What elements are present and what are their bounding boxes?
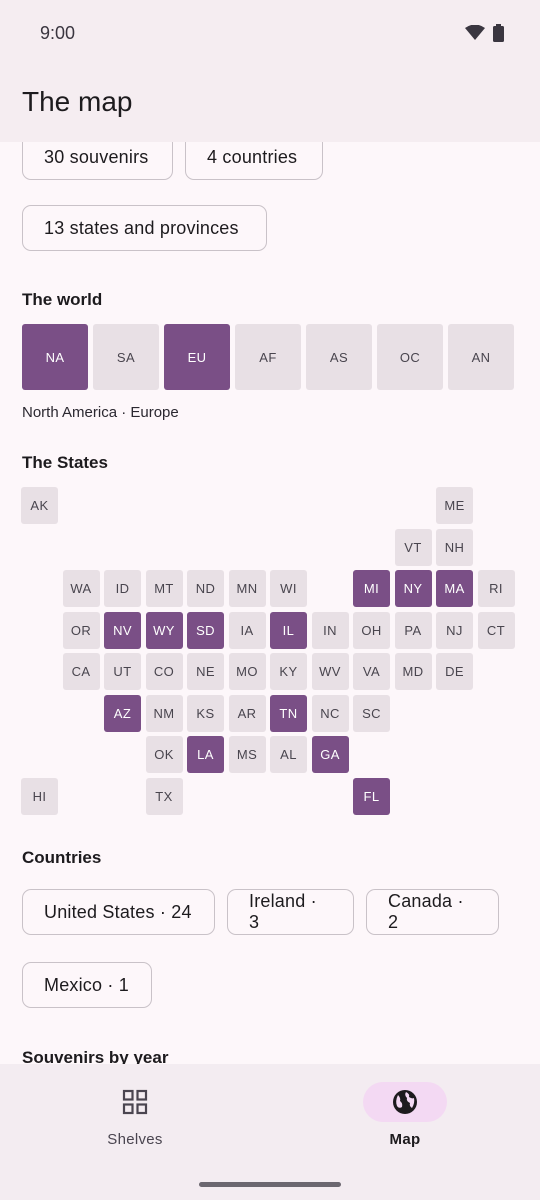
- state-tile-id[interactable]: ID: [104, 570, 141, 607]
- state-tile-wi[interactable]: WI: [270, 570, 307, 607]
- state-tile-md[interactable]: MD: [394, 653, 432, 690]
- state-tile-de[interactable]: DE: [436, 653, 473, 690]
- state-tile-wa[interactable]: WA: [62, 570, 100, 607]
- state-tile-pa[interactable]: PA: [394, 611, 432, 649]
- state-tile-az[interactable]: AZ: [104, 694, 141, 732]
- state-tile-ct[interactable]: CT: [477, 611, 515, 649]
- nav-label-map: Map: [389, 1131, 421, 1148]
- state-tile-ny[interactable]: NY: [394, 570, 432, 607]
- stat-chip[interactable]: 13 states and provinces: [22, 205, 267, 251]
- continent-tile-an[interactable]: AN: [448, 324, 514, 390]
- state-tile-me[interactable]: ME: [436, 487, 473, 524]
- page-title: The map: [22, 86, 133, 117]
- nav-item-shelves[interactable]: Shelves: [75, 1082, 195, 1162]
- state-tile-ca[interactable]: CA: [62, 653, 100, 690]
- stat-chip[interactable]: 30 souvenirs: [22, 142, 173, 180]
- world-section-title: The world: [22, 290, 103, 309]
- continent-tile-oc[interactable]: OC: [377, 324, 443, 390]
- state-tile-ma[interactable]: MA: [436, 570, 473, 607]
- bottom-navigation: Shelves Map: [0, 1064, 540, 1200]
- continent-tile-af[interactable]: AF: [235, 324, 301, 390]
- state-tile-nh[interactable]: NH: [436, 528, 473, 566]
- state-tile-mn[interactable]: MN: [228, 570, 266, 607]
- state-tile-nd[interactable]: ND: [187, 570, 224, 607]
- state-tile-wy[interactable]: WY: [145, 611, 183, 649]
- state-tile-co[interactable]: CO: [145, 653, 183, 690]
- state-tile-al[interactable]: AL: [270, 736, 307, 773]
- state-tile-la[interactable]: LA: [187, 736, 224, 773]
- state-tile-in[interactable]: IN: [311, 611, 349, 649]
- state-tile-ms[interactable]: MS: [228, 736, 266, 773]
- continent-tile-eu[interactable]: EU: [164, 324, 230, 390]
- stat-chip[interactable]: 4 countries: [185, 142, 323, 180]
- state-tile-wv[interactable]: WV: [311, 653, 349, 690]
- state-tile-mi[interactable]: MI: [353, 570, 390, 607]
- continent-tile-na[interactable]: NA: [22, 324, 88, 390]
- states-section-title: The States: [22, 453, 108, 472]
- status-time: 9:00: [40, 23, 76, 43]
- state-tile-or[interactable]: OR: [62, 611, 100, 649]
- country-chip[interactable]: Mexico · 1: [22, 962, 152, 1008]
- state-tile-ga[interactable]: GA: [311, 736, 349, 773]
- state-tile-tx[interactable]: TX: [145, 777, 183, 815]
- state-tile-nv[interactable]: NV: [104, 611, 141, 649]
- states-tile-map: AK ME VT NH WA ID MT ND MN WI MI NY MA RI OR NV WY SD IA IL…: [21, 487, 521, 817]
- map-content[interactable]: 30 souvenirs 4 countries 13 states and pro…: [0, 142, 540, 1064]
- nav-indicator: [93, 1082, 177, 1122]
- state-tile-oh[interactable]: OH: [353, 611, 390, 649]
- by-year-section-title: Souvenirs by year: [22, 1048, 169, 1064]
- state-tile-nj[interactable]: NJ: [436, 611, 473, 649]
- state-tile-ri[interactable]: RI: [477, 570, 515, 607]
- countries-section-title: Countries: [22, 848, 102, 867]
- state-tile-va[interactable]: VA: [353, 653, 390, 690]
- state-tile-il[interactable]: IL: [270, 611, 307, 649]
- country-chip[interactable]: Ireland · 3: [227, 889, 354, 935]
- country-chip[interactable]: United States · 24: [22, 889, 215, 935]
- country-chip[interactable]: Canada · 2: [366, 889, 499, 935]
- battery-icon: [493, 24, 504, 42]
- state-tile-ok[interactable]: OK: [145, 736, 183, 773]
- state-tile-ak[interactable]: AK: [21, 487, 58, 524]
- state-tile-ar[interactable]: AR: [228, 694, 266, 732]
- grid-icon: [122, 1089, 148, 1115]
- status-bar: 9:00: [0, 0, 540, 68]
- state-tile-ut[interactable]: UT: [104, 653, 141, 690]
- state-tile-sc[interactable]: SC: [353, 694, 390, 732]
- top-app-bar: The map: [0, 68, 540, 142]
- state-tile-ne[interactable]: NE: [187, 653, 224, 690]
- globe-icon: [393, 1090, 417, 1114]
- state-tile-mt[interactable]: MT: [145, 570, 183, 607]
- gesture-handle[interactable]: [199, 1182, 341, 1187]
- state-tile-ky[interactable]: KY: [270, 653, 307, 690]
- nav-indicator-active: [363, 1082, 447, 1122]
- continent-tile-sa[interactable]: SA: [93, 324, 159, 390]
- state-tile-fl[interactable]: FL: [353, 777, 390, 815]
- state-tile-mo[interactable]: MO: [228, 653, 266, 690]
- state-tile-nc[interactable]: NC: [311, 694, 349, 732]
- state-tile-tn[interactable]: TN: [270, 694, 307, 732]
- wifi-icon: [465, 25, 485, 40]
- state-tile-sd[interactable]: SD: [187, 611, 224, 649]
- nav-item-map[interactable]: Map: [345, 1082, 465, 1162]
- state-tile-ks[interactable]: KS: [187, 694, 224, 732]
- state-tile-vt[interactable]: VT: [394, 528, 432, 566]
- continent-tile-as[interactable]: AS: [306, 324, 372, 390]
- state-tile-hi[interactable]: HI: [21, 777, 58, 815]
- status-icons: [465, 24, 504, 42]
- visited-continents-caption: North America · Europe: [22, 404, 179, 421]
- nav-label-shelves: Shelves: [107, 1131, 163, 1148]
- state-tile-ia[interactable]: IA: [228, 611, 266, 649]
- state-tile-nm[interactable]: NM: [145, 694, 183, 732]
